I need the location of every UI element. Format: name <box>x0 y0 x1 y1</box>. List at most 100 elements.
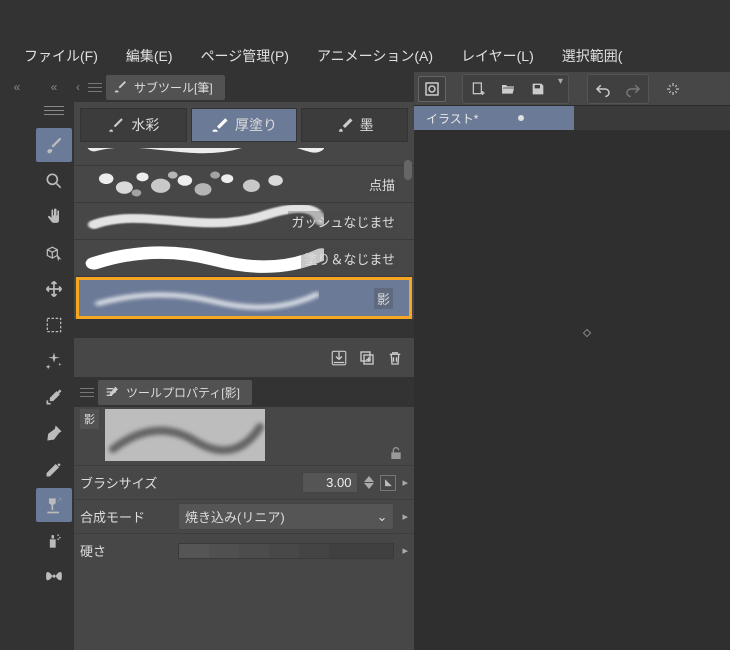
panel-grip-icon[interactable] <box>76 388 94 397</box>
brush-size-dynamics-button[interactable]: ◣ <box>380 475 396 491</box>
menu-bar: ファイル(F) 編集(E) ページ管理(P) アニメーション(A) レイヤー(L… <box>0 40 730 72</box>
subtool-panel-tab[interactable]: サブツール[筆] <box>106 75 225 100</box>
brush-actions-bar <box>74 337 414 377</box>
menu-edit[interactable]: 編集(E) <box>112 40 187 72</box>
document-tab-bar: イラスト* <box>414 106 730 130</box>
panel-menu-icon[interactable] <box>44 100 64 120</box>
pencil-icon <box>44 459 64 479</box>
collapse-tools-icon[interactable]: « <box>51 76 58 98</box>
object-tool[interactable] <box>36 236 72 270</box>
chevron-down-icon[interactable]: ▾ <box>554 76 567 102</box>
brush-list: 点描 ガッシュなじませ 塗り＆なじませ 影 <box>74 148 414 319</box>
chevron-right-icon[interactable]: ▸ <box>402 544 408 557</box>
brush-set-icon <box>112 79 128 95</box>
subtool-title: サブツール[筆] <box>134 79 213 96</box>
chevron-right-icon[interactable]: ▸ <box>402 510 408 523</box>
brush-row-pointillism[interactable]: 点描 <box>74 166 414 203</box>
prop-hardness: 硬さ ▸ <box>74 533 414 567</box>
subtool-tab-watercolor[interactable]: 水彩 <box>80 108 187 142</box>
menu-animation[interactable]: アニメーション(A) <box>303 40 447 72</box>
unsaved-dot-icon <box>518 115 524 121</box>
menu-selection[interactable]: 選択範囲( <box>548 40 637 72</box>
extras-button[interactable] <box>659 76 687 102</box>
new-doc-icon <box>470 81 486 97</box>
collapse-left-icon[interactable]: « <box>14 76 21 98</box>
chevron-down-icon: ⌄ <box>377 509 388 525</box>
spray-icon <box>44 531 64 551</box>
eyedropper-icon <box>44 387 64 407</box>
download-brush-button[interactable] <box>330 349 348 367</box>
collapse-gutter-left: « <box>0 72 34 650</box>
hardness-label: 硬さ <box>80 541 170 560</box>
brush-row-gouache[interactable]: ガッシュなじませ <box>74 203 414 240</box>
wand-tool[interactable] <box>36 344 72 378</box>
duplicate-brush-button[interactable] <box>358 349 376 367</box>
pen-nib-icon <box>44 423 64 443</box>
marquee-tool[interactable] <box>36 308 72 342</box>
sparkle-burst-icon <box>664 80 682 98</box>
undo-button[interactable] <box>589 76 617 102</box>
canvas[interactable] <box>414 130 730 650</box>
brush-row-overflow[interactable] <box>74 148 414 166</box>
lock-icon[interactable] <box>388 445 404 461</box>
brush-size-spinner[interactable] <box>364 476 374 489</box>
brush-size-input[interactable]: 3.00 <box>302 472 358 493</box>
brush-label: 影 <box>374 288 393 309</box>
open-button[interactable] <box>494 76 522 102</box>
pencil-tool[interactable] <box>36 452 72 486</box>
subtool-tab-label: 水彩 <box>131 115 159 135</box>
menu-layer[interactable]: レイヤー(L) <box>447 40 548 72</box>
subtool-tab-label: 厚塗り <box>235 115 277 135</box>
brush-stroke-preview <box>105 409 265 461</box>
prop-brush-size: ブラシサイズ 3.00 ◣ ▸ <box>74 465 414 499</box>
brush-label: 塗り＆なじませ <box>301 248 398 269</box>
brush-label: ガッシュなじませ <box>288 211 398 232</box>
collapse-panel-chevron-icon[interactable]: ‹ <box>76 76 80 98</box>
watercolor-brush-icon <box>107 116 125 134</box>
undo-redo-group <box>587 74 649 104</box>
brush-row-paintblend[interactable]: 塗り＆なじませ <box>74 240 414 277</box>
duplicate-icon <box>358 349 376 367</box>
hardness-slider[interactable] <box>178 543 394 559</box>
move-tool[interactable] <box>36 272 72 306</box>
zoom-tool[interactable] <box>36 164 72 198</box>
subtool-tab-thick[interactable]: 厚塗り <box>191 108 298 142</box>
hand-tool[interactable] <box>36 200 72 234</box>
hand-icon <box>44 207 64 227</box>
undo-icon <box>594 80 612 98</box>
pen-tool[interactable] <box>36 416 72 450</box>
tool-property-panel: 影 ブラシサイズ 3.00 ◣ ▸ 合成モード <box>74 407 414 650</box>
decoration-tool[interactable] <box>36 560 72 594</box>
brush-list-scrollbar[interactable] <box>404 148 412 319</box>
subtool-tab-label: 墨 <box>360 115 374 135</box>
redo-button[interactable] <box>619 76 647 102</box>
clip-button[interactable] <box>418 76 446 102</box>
spray-tool[interactable] <box>36 524 72 558</box>
airbrush-tool[interactable] <box>36 488 72 522</box>
trash-icon <box>386 349 404 367</box>
marquee-icon <box>44 315 64 335</box>
menu-page[interactable]: ページ管理(P) <box>187 40 303 72</box>
brush-row-shadow[interactable]: 影 <box>76 277 412 319</box>
document-tab-label: イラスト* <box>426 110 478 127</box>
panel-grip-icon[interactable] <box>84 83 102 92</box>
move-arrows-icon <box>44 279 64 299</box>
thick-brush-icon <box>211 116 229 134</box>
delete-brush-button[interactable] <box>386 349 404 367</box>
blend-mode-label: 合成モード <box>80 507 170 526</box>
save-button[interactable] <box>524 76 552 102</box>
tool-property-tab[interactable]: ツールプロパティ[影] <box>98 380 252 405</box>
menu-file[interactable]: ファイル(F) <box>10 40 112 72</box>
chevron-right-icon[interactable]: ▸ <box>402 476 408 489</box>
sliders-icon <box>104 384 120 400</box>
sparkle-icon <box>44 351 64 371</box>
preview-label: 影 <box>80 409 99 429</box>
eyedropper-tool[interactable] <box>36 380 72 414</box>
canvas-toolbar: ▾ <box>414 72 730 106</box>
document-tab[interactable]: イラスト* <box>414 106 574 130</box>
blend-mode-dropdown[interactable]: 焼き込み(リニア) ⌄ <box>178 503 394 530</box>
brush-tool[interactable] <box>36 128 72 162</box>
subtool-tab-ink[interactable]: 墨 <box>301 108 408 142</box>
canvas-center-marker-icon <box>583 329 591 337</box>
new-doc-button[interactable] <box>464 76 492 102</box>
